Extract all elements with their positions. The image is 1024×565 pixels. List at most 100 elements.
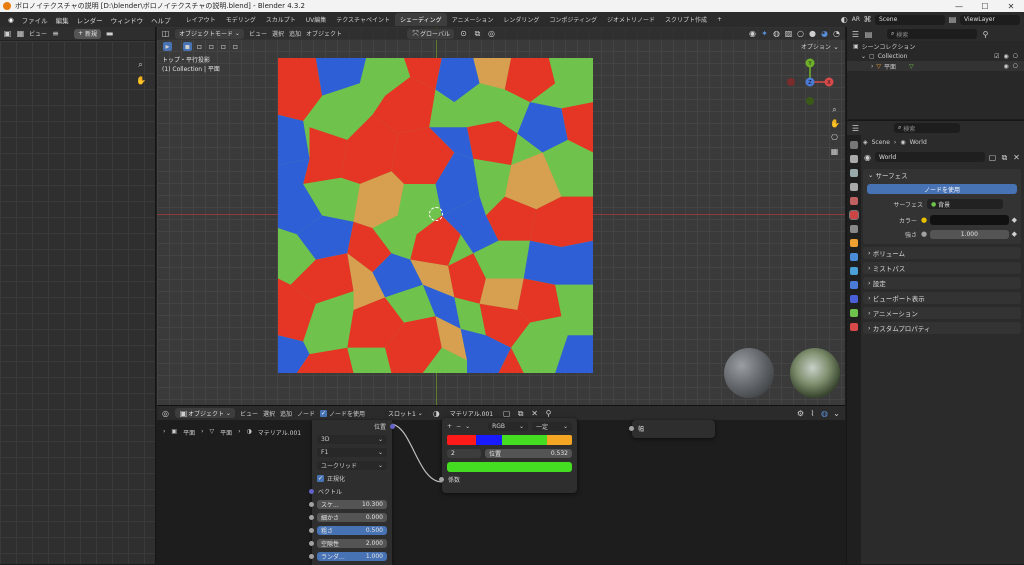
outliner-filter-icon[interactable]: ▤ — [864, 30, 873, 39]
slot-select[interactable]: スロット1 ⌄ — [384, 408, 427, 418]
snap-icon[interactable]: ⧉ — [473, 29, 482, 38]
add-workspace-icon[interactable]: + — [712, 14, 727, 25]
blender-menu-icon[interactable]: ◉ — [4, 16, 18, 24]
material-browse-icon[interactable]: ◑ — [432, 409, 441, 418]
lacunarity-field[interactable]: 空隙性 2.000 — [317, 539, 387, 548]
ramp-stop-blue[interactable] — [475, 435, 502, 445]
pan-hand-icon[interactable]: ✋ — [136, 76, 146, 85]
duplicate-material-icon[interactable]: ⧉ — [516, 409, 525, 418]
color-swatch[interactable] — [930, 215, 1009, 225]
shading-render-icon[interactable]: ◔ — [832, 29, 841, 38]
scene-collection-row[interactable]: ▣ シーンコレクション — [847, 41, 1024, 51]
world-unlink-icon[interactable]: ✕ — [1012, 153, 1021, 162]
collection-row[interactable]: ⌄ ▢ Collection ☑ ◉ ⎔ — [847, 51, 1024, 61]
vp-menu-select[interactable]: 選択 — [272, 29, 284, 38]
viewport-editor-icon[interactable]: ◫ — [161, 29, 170, 38]
surface-panel-header[interactable]: ⌄ サーフェス — [863, 169, 1021, 181]
collection-camera-icon[interactable]: ⎔ — [1013, 53, 1018, 60]
options-button[interactable]: オプション ⌄ — [801, 42, 839, 51]
factor-socket[interactable] — [439, 477, 444, 482]
scene-field[interactable]: Scene — [875, 14, 945, 25]
object-camera-icon[interactable]: ⎔ — [1013, 63, 1018, 70]
world-browse-icon[interactable]: ◉ — [863, 153, 872, 162]
node-magnet-icon[interactable]: ⌇ — [808, 409, 817, 418]
object-eye-icon[interactable]: ◉ — [1004, 63, 1009, 70]
world-duplicate-icon[interactable]: ⧉ — [1000, 153, 1009, 162]
tab-sculpt[interactable]: スカルプト — [261, 13, 301, 26]
view-layer-tab-icon[interactable] — [850, 183, 858, 191]
new-button[interactable]: + 新規 — [74, 28, 102, 39]
voronoi-texture-node[interactable]: 位置 3D ⌄ F1 ⌄ ユークリッド ⌄ ✓ 正規化 ベクトル スケ... 10.300… — [309, 420, 395, 565]
menu-render[interactable]: レンダー — [73, 15, 107, 25]
outliner-search[interactable]: ⌕ 検索 — [887, 29, 977, 39]
expand-arrow-icon[interactable]: › — [871, 63, 873, 70]
tab-rendering[interactable]: レンダリング — [498, 13, 544, 26]
scene-tab-icon[interactable] — [850, 197, 858, 205]
properties-editor-icon[interactable]: ☰ — [851, 124, 860, 133]
remove-stop-icon[interactable]: − — [456, 423, 461, 430]
constraints-tab-icon[interactable] — [850, 295, 858, 303]
viewport-3d[interactable]: ◫ オブジェクトモード ⌄ ビュー 選択 追加 オブジェクト ⤧ グローバル ⊙ … — [157, 27, 845, 405]
use-nodes-button[interactable]: ノードを使用 — [867, 184, 1017, 194]
image-icon[interactable]: ▦ — [16, 29, 25, 38]
settings-panel[interactable]: › 設定 — [863, 277, 1021, 289]
render-tab-icon[interactable] — [850, 155, 858, 163]
collection-tab-icon[interactable] — [850, 225, 858, 233]
ne-menu-add[interactable]: 追加 — [280, 409, 292, 418]
stop-position-field[interactable]: 位置 0.532 — [485, 449, 572, 458]
ramp-stop-red[interactable] — [447, 435, 476, 445]
color-keyframe-icon[interactable]: ◆ — [1012, 216, 1017, 224]
world-name-field[interactable]: World — [875, 152, 985, 162]
vp-menu-add[interactable]: 追加 — [289, 29, 301, 38]
use-nodes-toggle[interactable]: ✓ ノードを使用 — [320, 409, 365, 418]
strength-field[interactable]: 1.000 — [930, 229, 1009, 239]
shading-material-icon[interactable]: ◕ — [820, 29, 829, 38]
physics-tab-icon[interactable] — [850, 281, 858, 289]
vp-menu-object[interactable]: オブジェクト — [306, 29, 342, 38]
volume-panel[interactable]: › ボリューム — [863, 247, 1021, 259]
tab-texture-paint[interactable]: テクスチャペイント — [331, 13, 395, 26]
object-type-select[interactable]: ▣ オブジェクト ⌄ — [175, 408, 235, 418]
ramp-stop-orange[interactable] — [547, 435, 572, 445]
unlink-material-icon[interactable]: ✕ — [530, 409, 539, 418]
menu-edit[interactable]: 編集 — [52, 15, 73, 25]
viewport-display-panel[interactable]: › ビューポート表示 — [863, 292, 1021, 304]
hamburger-icon[interactable]: ≡ — [51, 29, 60, 38]
proportional-icon[interactable]: ◎ — [487, 29, 496, 38]
color-ramp-bar[interactable] — [447, 434, 572, 446]
properties-search[interactable]: ⌕ 検索 — [894, 123, 960, 133]
detail-socket[interactable] — [309, 515, 314, 520]
overlay-icon[interactable]: ◍ — [772, 29, 781, 38]
tab-layout[interactable]: レイアウト — [181, 13, 221, 26]
use-nodes-checkbox[interactable]: ✓ — [320, 409, 328, 417]
data-tab-icon[interactable] — [850, 309, 858, 317]
breadcrumb-object[interactable]: 平面 — [183, 428, 195, 437]
randomness-socket[interactable] — [309, 554, 314, 559]
select-intersect-icon[interactable]: ▫ — [231, 42, 240, 51]
maximize-icon[interactable]: ☐ — [972, 2, 998, 11]
camera-icon[interactable]: ⎔ — [830, 133, 839, 142]
ne-menu-node[interactable]: ノード — [297, 409, 315, 418]
navigation-gizmo[interactable]: Y X Z — [785, 57, 835, 107]
tab-geometry-nodes[interactable]: ジオメトリノード — [602, 13, 660, 26]
color-socket-icon[interactable]: ● — [921, 216, 927, 224]
width-output-node[interactable]: 幅 — [629, 420, 715, 438]
sidebar-toggle-icon[interactable]: ⌄ — [832, 409, 841, 418]
expand-arrow-icon[interactable]: ⌄ — [861, 53, 866, 60]
tool-tab-icon[interactable] — [850, 141, 858, 149]
custom-props-panel[interactable]: › カスタムプロパティ — [863, 322, 1021, 334]
editor-type-icon[interactable]: ▣ — [3, 29, 12, 38]
output-tab-icon[interactable] — [850, 169, 858, 177]
color-ramp-node[interactable]: + − ⌄ RGB ⌄ 一定 ⌄ 2 位置 0.532 係数 — [439, 418, 577, 493]
select-invert-icon[interactable]: ▫ — [219, 42, 228, 51]
collection-eye-icon[interactable]: ◉ — [1004, 53, 1009, 60]
select-box-icon[interactable]: ▪ — [183, 42, 192, 51]
overlay-node-icon[interactable]: ◍ — [820, 409, 829, 418]
modifier-tab-icon[interactable] — [850, 253, 858, 261]
detail-field[interactable]: 細かさ 0.000 — [317, 513, 387, 522]
select-tool-icon[interactable]: ▸ — [163, 42, 172, 51]
pin-icon[interactable]: ⚲ — [544, 409, 553, 418]
tab-animation[interactable]: アニメーション — [447, 13, 499, 26]
gizmo-toggle-icon[interactable]: ✦ — [760, 29, 769, 38]
stop-index-field[interactable]: 2 — [447, 449, 481, 458]
